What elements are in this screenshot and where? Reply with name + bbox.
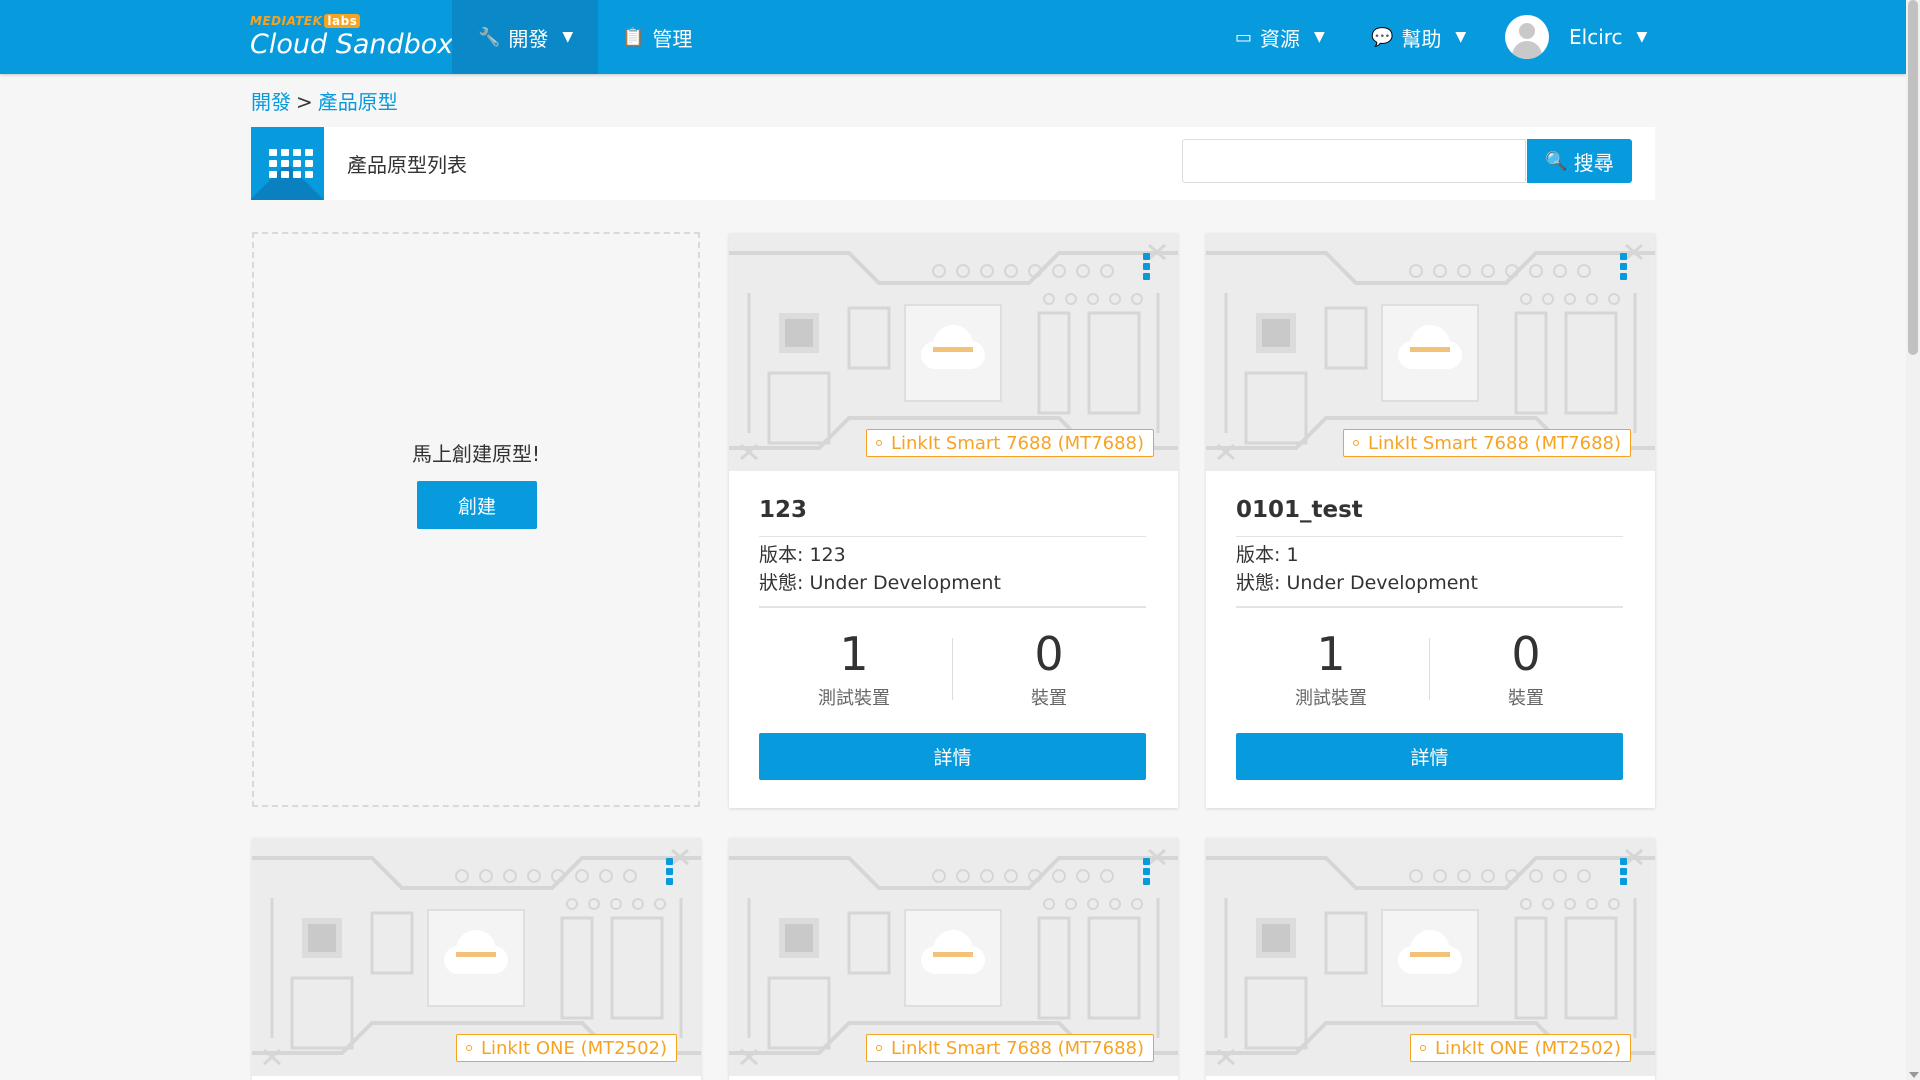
avatar xyxy=(1505,15,1549,59)
vertical-dots-icon[interactable] xyxy=(1620,253,1628,283)
inbox-icon: ▭ xyxy=(1235,26,1253,48)
divider xyxy=(759,606,1146,608)
status-label: 狀態: Under Development xyxy=(1236,572,1478,594)
nav-help-menu[interactable]: 💬 幫助 ▼ xyxy=(1371,0,1466,74)
nav-manage-link[interactable]: 📋 管理 xyxy=(622,0,692,74)
stat-divider xyxy=(952,638,953,700)
detail-button[interactable]: 詳情 xyxy=(1236,733,1623,780)
vertical-dots-icon[interactable] xyxy=(1143,858,1151,888)
nav-resources-menu[interactable]: ▭ 資源 ▼ xyxy=(1235,0,1325,74)
board-image: LinkIt Smart 7688 (MT7688) xyxy=(729,838,1178,1076)
nav-resources-label: 資源 xyxy=(1260,26,1301,51)
caret-down-icon: ▼ xyxy=(1314,29,1325,45)
version-label: 版本: 1 xyxy=(1236,544,1299,566)
breadcrumb: 開發 > 產品原型 xyxy=(251,86,398,115)
breadcrumb-prototypes[interactable]: 產品原型 xyxy=(318,90,398,114)
vertical-dots-icon[interactable] xyxy=(1143,253,1151,283)
clipboard-icon: 📋 xyxy=(622,26,645,48)
prototype-name: 0101_test xyxy=(1236,497,1363,523)
nav-develop-menu[interactable]: 🔧 開發 ▼ xyxy=(452,0,598,74)
vertical-dots-icon[interactable] xyxy=(666,858,674,888)
scrollbar-thumb[interactable] xyxy=(1908,0,1918,355)
test-devices-count: 1 xyxy=(839,627,869,681)
logo-labs: labs xyxy=(324,14,361,28)
test-devices-stat: 1 測試裝置 xyxy=(1236,628,1426,710)
breadcrumb-develop[interactable]: 開發 xyxy=(251,90,291,114)
divider xyxy=(1236,606,1623,608)
devices-stat: 0 裝置 xyxy=(954,628,1144,710)
prototype-card: LinkIt Smart 7688 (MT7688) 0101_test 版本:… xyxy=(1206,233,1655,808)
devices-stat: 0 裝置 xyxy=(1431,628,1621,710)
breadcrumb-separator: > xyxy=(296,90,313,114)
prototype-card: LinkIt Smart 7688 (MT7688) 123 版本: 123 狀… xyxy=(729,233,1178,808)
board-tag-label: LinkIt Smart 7688 (MT7688) xyxy=(890,433,1144,454)
vertical-dots-icon[interactable] xyxy=(1620,858,1628,888)
test-devices-stat: 1 測試裝置 xyxy=(759,628,949,710)
board-image: LinkIt ONE (MT2502) xyxy=(252,838,701,1076)
search-icon: 🔍 xyxy=(1545,150,1568,172)
version-label: 版本: 123 xyxy=(759,544,846,566)
board-tag: LinkIt Smart 7688 (MT7688) xyxy=(1342,429,1631,457)
nav-help-label: 幫助 xyxy=(1401,26,1442,51)
grid-icon xyxy=(251,127,324,200)
create-prototype-card: 馬上創建原型! 創建 xyxy=(252,232,700,807)
caret-down-icon: ▼ xyxy=(562,29,574,45)
board-image: LinkIt Smart 7688 (MT7688) xyxy=(1206,233,1655,471)
wrench-icon: 🔧 xyxy=(478,26,501,48)
board-tag-label: LinkIt Smart 7688 (MT7688) xyxy=(890,1038,1144,1059)
caret-down-icon: ▼ xyxy=(1455,29,1467,45)
prototype-card: LinkIt ONE (MT2502) xyxy=(252,838,701,1080)
user-menu[interactable]: Elcirc ▼ xyxy=(1505,0,1647,74)
board-tag-label: LinkIt ONE (MT2502) xyxy=(480,1038,667,1059)
top-navbar: MEDIATEK labs Cloud Sandbox 🔧 開發 ▼ 📋 管理 ▭… xyxy=(0,0,1906,74)
devices-label: 裝置 xyxy=(1508,688,1544,709)
prototype-card: LinkIt Smart 7688 (MT7688) xyxy=(729,838,1178,1080)
board-tag: LinkIt Smart 7688 (MT7688) xyxy=(865,1034,1154,1062)
caret-down-icon: ▼ xyxy=(1636,29,1648,45)
prototype-name: 123 xyxy=(759,497,808,523)
nav-develop-label: 開發 xyxy=(508,26,549,51)
search-button[interactable]: 🔍 搜尋 xyxy=(1527,139,1632,183)
board-tag-label: LinkIt ONE (MT2502) xyxy=(1434,1038,1621,1059)
divider xyxy=(759,536,1146,537)
user-name: Elcirc xyxy=(1569,25,1623,49)
board-tag-label: LinkIt Smart 7688 (MT7688) xyxy=(1367,433,1621,454)
logo-brand: MEDIATEK xyxy=(250,14,323,28)
page-title: 產品原型列表 xyxy=(347,153,467,177)
prototype-meta: 版本: 1 狀態: Under Development xyxy=(1236,541,1478,597)
board-image: LinkIt Smart 7688 (MT7688) xyxy=(729,233,1178,471)
chat-icon: 💬 xyxy=(1371,26,1394,48)
nav-manage-label: 管理 xyxy=(652,26,693,51)
detail-button[interactable]: 詳情 xyxy=(759,733,1146,780)
scroll-down-arrow-icon[interactable] xyxy=(1909,1072,1919,1078)
board-tag: LinkIt ONE (MT2502) xyxy=(455,1034,677,1062)
divider xyxy=(1236,536,1623,537)
prototype-card: LinkIt ONE (MT2502) xyxy=(1206,838,1655,1080)
logo-product-name: Cloud Sandbox xyxy=(250,29,454,60)
test-devices-label: 測試裝置 xyxy=(1295,688,1367,709)
board-tag: LinkIt ONE (MT2502) xyxy=(1409,1034,1631,1062)
create-button[interactable]: 創建 xyxy=(417,481,537,529)
board-tag: LinkIt Smart 7688 (MT7688) xyxy=(865,429,1154,457)
search-button-label: 搜尋 xyxy=(1573,150,1614,175)
stat-divider xyxy=(1429,638,1430,700)
search-input[interactable] xyxy=(1182,139,1526,183)
status-label: 狀態: Under Development xyxy=(759,572,1001,594)
board-image: LinkIt ONE (MT2502) xyxy=(1206,838,1655,1076)
create-prompt: 馬上創建原型! xyxy=(411,442,541,466)
prototype-meta: 版本: 123 狀態: Under Development xyxy=(759,541,1001,597)
devices-label: 裝置 xyxy=(1031,688,1067,709)
devices-count: 0 xyxy=(1511,627,1541,681)
devices-count: 0 xyxy=(1034,627,1064,681)
list-header: 產品原型列表 🔍 搜尋 xyxy=(251,127,1655,200)
test-devices-count: 1 xyxy=(1316,627,1346,681)
app-logo[interactable]: MEDIATEK labs Cloud Sandbox xyxy=(250,14,453,60)
test-devices-label: 測試裝置 xyxy=(818,688,890,709)
